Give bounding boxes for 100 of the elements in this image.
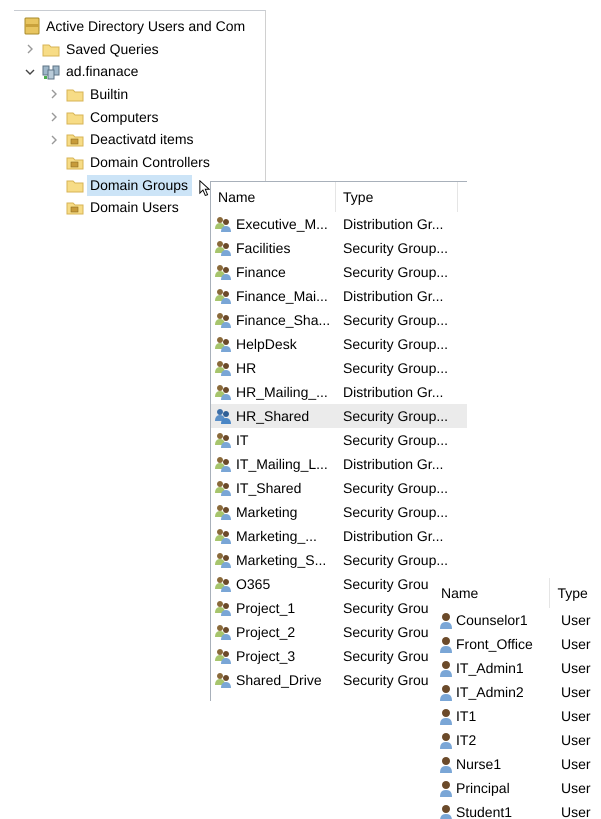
type-text: Security Group...: [343, 311, 448, 329]
folder-icon: [66, 86, 84, 102]
type-text: Distribution Gr...: [343, 287, 444, 305]
user-icon: [439, 636, 453, 652]
user-icon: [439, 804, 453, 819]
tree-item[interactable]: Active Directory Users and Com: [43, 16, 250, 37]
name-text: Principal: [456, 779, 510, 797]
tree-item[interactable]: ad.finanace: [63, 61, 142, 82]
type-text: User: [561, 611, 591, 629]
tree-item[interactable]: Domain Controllers: [87, 152, 214, 173]
list-row[interactable]: Marketing_S... Security Group...: [211, 548, 448, 572]
type-text: Security Grou: [343, 599, 429, 617]
list-row[interactable]: Marketing_... Distribution Gr...: [211, 524, 444, 548]
list-row[interactable]: Finance_Mai... Distribution Gr...: [211, 284, 444, 308]
list-row[interactable]: HR_Shared Security Group...: [211, 404, 467, 428]
list-row[interactable]: IT_Mailing_L... Distribution Gr...: [211, 452, 444, 476]
group-icon: [213, 672, 233, 688]
tree-item[interactable]: Builtin: [87, 84, 132, 105]
group-icon: [213, 576, 233, 592]
list-row[interactable]: O365 Security Grou: [211, 572, 429, 596]
list-row[interactable]: Project_1 Security Grou: [211, 596, 429, 620]
name-text: HelpDesk: [236, 335, 297, 353]
folder-icon: [66, 154, 84, 170]
list-row[interactable]: HelpDesk Security Group...: [211, 332, 448, 356]
name-text: Finance: [236, 263, 286, 281]
name-text: IT_Admin2: [456, 683, 524, 701]
type-text: Distribution Gr...: [343, 455, 444, 473]
folder-icon: [66, 200, 84, 216]
expand-chevron-icon[interactable]: [49, 112, 59, 122]
name-text: Nurse1: [456, 755, 502, 773]
list-row[interactable]: HR_Mailing_... Distribution Gr...: [211, 380, 444, 404]
snap-in-icon: [24, 17, 40, 36]
name-text: IT_Admin1: [456, 659, 524, 677]
list-row[interactable]: Project_3 Security Grou: [211, 644, 429, 668]
user-icon: [439, 732, 453, 748]
tree-item[interactable]: Computers: [87, 106, 162, 128]
type-text: Distribution Gr...: [343, 383, 444, 401]
expand-chevron-icon[interactable]: [49, 89, 59, 100]
type-text: User: [561, 683, 591, 701]
list-row[interactable]: Project_2 Security Grou: [211, 620, 429, 644]
column-header[interactable]: Type: [336, 182, 458, 212]
folder-icon: [42, 42, 60, 57]
tree-item[interactable]: Deactivatd items: [87, 129, 198, 150]
name-text: Finance_Sha...: [236, 311, 330, 329]
type-text: Security Group...: [343, 407, 448, 425]
list-row[interactable]: Marketing Security Group...: [211, 500, 448, 524]
group-icon: [213, 600, 233, 616]
name-text: HR: [236, 359, 256, 377]
type-text: Security Grou: [343, 671, 429, 689]
type-text: Distribution Gr...: [343, 527, 444, 545]
group-icon: [213, 240, 233, 256]
user-icon: [439, 756, 453, 772]
name-text: Facilities: [236, 239, 290, 257]
folder-icon: [66, 132, 84, 148]
list-row[interactable]: Executive_M... Distribution Gr...: [211, 212, 444, 236]
folder-icon: [66, 178, 84, 193]
name-text: IT_Mailing_L...: [236, 455, 328, 473]
list-row[interactable]: HR Security Group...: [211, 356, 448, 380]
column-header[interactable]: Type: [550, 578, 601, 608]
list-row[interactable]: Shared_Drive Security Grou: [211, 668, 429, 692]
type-text: Security Grou: [343, 575, 429, 593]
user-icon: [439, 708, 453, 724]
name-text: Counselor1: [456, 611, 528, 629]
collapse-chevron-icon[interactable]: [25, 66, 35, 77]
expand-chevron-icon[interactable]: [49, 134, 59, 145]
list-row[interactable]: IT Security Group...: [211, 428, 448, 452]
list-row[interactable]: Finance_Sha... Security Group...: [211, 308, 448, 332]
group-icon: [213, 360, 233, 376]
type-text: Security Group...: [343, 503, 448, 521]
name-text: HR_Shared: [236, 407, 310, 425]
group-icon: [213, 432, 233, 448]
type-text: Security Group...: [343, 479, 448, 497]
type-text: Security Group...: [343, 335, 448, 353]
tree-item[interactable]: Saved Queries: [63, 38, 163, 60]
name-text: O365: [236, 575, 270, 593]
name-text: Marketing_S...: [236, 551, 326, 569]
type-text: User: [561, 659, 591, 677]
tree-item[interactable]: Domain Groups: [87, 174, 192, 196]
type-text: User: [561, 779, 591, 797]
type-text: User: [561, 707, 591, 725]
column-header[interactable]: Name: [211, 182, 336, 212]
tree-item[interactable]: Domain Users: [87, 197, 183, 218]
list-row[interactable]: IT_Shared Security Group...: [211, 476, 448, 500]
group-icon: [213, 288, 233, 304]
type-text: User: [561, 731, 591, 749]
name-text: Front_Office: [456, 635, 533, 653]
name-text: Finance_Mai...: [236, 287, 328, 305]
group-icon: [213, 504, 233, 520]
type-text: Security Group...: [343, 359, 448, 377]
type-text: Security Grou: [343, 647, 429, 665]
list-row[interactable]: Facilities Security Group...: [211, 236, 448, 260]
type-text: Security Grou: [343, 623, 429, 641]
list-row[interactable]: Finance Security Group...: [211, 260, 448, 284]
type-text: Security Group...: [343, 431, 448, 449]
group-icon: [213, 264, 233, 280]
column-header[interactable]: Name: [434, 578, 550, 608]
group-icon: [213, 456, 233, 472]
expand-chevron-icon[interactable]: [25, 44, 35, 54]
group-icon: [213, 312, 233, 328]
type-text: Security Group...: [343, 551, 448, 569]
